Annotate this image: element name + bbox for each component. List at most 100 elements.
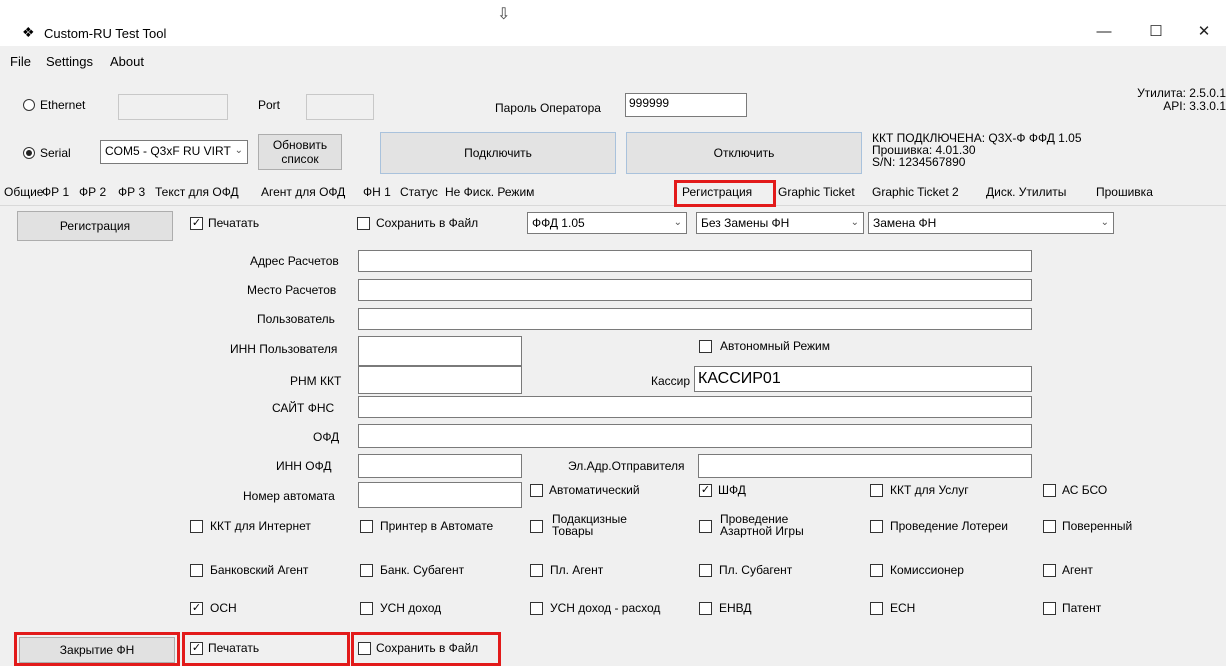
as-bso-checkbox[interactable] (1043, 484, 1056, 497)
lottery-checkbox[interactable] (870, 520, 883, 533)
ethernet-ip-field[interactable] (118, 94, 228, 120)
excise-goods-label: Подакцизные Товары (552, 513, 627, 537)
printer-in-machine-label: Принтер в Автомате (380, 519, 494, 533)
disconnect-button[interactable]: Отключить (626, 132, 862, 174)
ffd-select[interactable]: ФФД 1.05 ⌄ (527, 212, 687, 234)
cashier-label: Кассир (651, 374, 691, 388)
bank-agent-checkbox[interactable] (190, 564, 203, 577)
automatic-checkbox[interactable] (530, 484, 543, 497)
registration-button[interactable]: Регистрация (17, 211, 173, 241)
window-title: Custom-RU Test Tool (44, 26, 167, 41)
pay-agent-checkbox[interactable] (530, 564, 543, 577)
user-field[interactable] (358, 308, 1032, 330)
app-logo-icon: ❖ (22, 24, 35, 40)
serial-port-select[interactable]: COM5 - Q3xF RU VIRT ⌄ (100, 140, 248, 164)
agent-label: Агент (1062, 563, 1093, 577)
attorney-checkbox[interactable] (1043, 520, 1056, 533)
ethernet-radio[interactable] (23, 99, 35, 111)
bank-subagent-checkbox[interactable] (360, 564, 373, 577)
machine-number-field[interactable] (358, 482, 522, 508)
operator-password-label: Пароль Оператора (495, 101, 601, 115)
commissioner-checkbox[interactable] (870, 564, 883, 577)
pay-subagent-label: Пл. Субагент (719, 563, 793, 577)
esn-checkbox[interactable] (870, 602, 883, 615)
ofd-inn-label: ИНН ОФД (276, 459, 332, 473)
osn-checkbox[interactable]: ✓ (190, 602, 203, 615)
tab-fr2[interactable]: ФР 2 (79, 185, 106, 199)
shfd-label: ШФД (718, 483, 746, 497)
close-button[interactable]: ✕ (1182, 18, 1226, 46)
print-checkbox[interactable]: ✓ (190, 217, 203, 230)
serial-label: Serial (40, 146, 71, 160)
serial-port-value: COM5 - Q3xF RU VIRT (105, 144, 231, 158)
commissioner-label: Комиссионер (890, 563, 964, 577)
place-label: Место Расчетов (247, 283, 337, 297)
tab-firmware[interactable]: Прошивка (1096, 185, 1153, 199)
chevron-down-icon: ⌄ (850, 217, 859, 228)
lottery-label: Проведение Лотереи (890, 519, 1009, 533)
tab-non-fiscal[interactable]: Не Фиск. Режим (445, 185, 534, 199)
autonomous-checkbox[interactable] (699, 340, 712, 353)
menu-file[interactable]: File (10, 54, 31, 69)
replace-mode-value: Без Замены ФН (701, 216, 790, 230)
printer-in-machine-checkbox[interactable] (360, 520, 373, 533)
gambling-line-2: Азартной Игры (720, 524, 804, 538)
agent-checkbox[interactable] (1043, 564, 1056, 577)
usn-income-expense-label: УСН доход - расход (550, 601, 661, 615)
cashier-field[interactable]: КАССИР01 (694, 366, 1032, 392)
tab-graphic-ticket[interactable]: Graphic Ticket (778, 185, 855, 199)
usn-income-label: УСН доход (380, 601, 442, 615)
excise-goods-checkbox[interactable] (530, 520, 543, 533)
print-label: Печатать (208, 216, 260, 230)
sender-email-field[interactable] (698, 454, 1032, 478)
gambling-checkbox[interactable] (699, 520, 712, 533)
attorney-label: Поверенный (1062, 519, 1133, 533)
envd-checkbox[interactable] (699, 602, 712, 615)
port-label: Port (258, 98, 281, 112)
serial-radio[interactable] (23, 147, 35, 159)
tab-status[interactable]: Статус (400, 185, 438, 199)
port-field[interactable] (306, 94, 374, 120)
usn-income-checkbox[interactable] (360, 602, 373, 615)
usn-income-expense-checkbox[interactable] (530, 602, 543, 615)
refresh-list-button[interactable]: Обновить список (258, 134, 342, 170)
replace-mode-select[interactable]: Без Замены ФН ⌄ (696, 212, 864, 234)
replace-fn-select[interactable]: Замена ФН ⌄ (868, 212, 1114, 234)
tab-fn1[interactable]: ФН 1 (363, 185, 391, 199)
pay-subagent-checkbox[interactable] (699, 564, 712, 577)
address-field[interactable] (358, 250, 1032, 272)
user-label: Пользователь (257, 312, 335, 326)
close-fn-button[interactable]: Закрытие ФН (19, 637, 175, 663)
tab-ofd-agent[interactable]: Агент для ОФД (261, 185, 345, 199)
tab-ofd-text[interactable]: Текст для ОФД (155, 185, 239, 199)
patent-checkbox[interactable] (1043, 602, 1056, 615)
save-to-file-checkbox[interactable] (357, 217, 370, 230)
kkt-internet-checkbox[interactable] (190, 520, 203, 533)
tab-disk-utils[interactable]: Диск. Утилиты (986, 185, 1066, 199)
close-fn-save-checkbox[interactable] (358, 642, 371, 655)
ofd-field[interactable] (358, 424, 1032, 448)
fns-site-field[interactable] (358, 396, 1032, 418)
tab-graphic-ticket-2[interactable]: Graphic Ticket 2 (872, 185, 959, 199)
ofd-label: ОФД (313, 430, 340, 444)
kkt-services-checkbox[interactable] (870, 484, 883, 497)
rnm-field[interactable] (358, 366, 522, 394)
ofd-inn-field[interactable] (358, 454, 522, 478)
mouse-cursor-icon: ⇩ (497, 6, 511, 23)
sender-email-label: Эл.Адр.Отправителя (568, 459, 685, 473)
autonomous-label: Автономный Режим (720, 339, 830, 353)
tab-fr1[interactable]: ФР 1 (42, 185, 69, 199)
tab-fr3[interactable]: ФР 3 (118, 185, 145, 199)
shfd-checkbox[interactable]: ✓ (699, 484, 712, 497)
place-field[interactable] (358, 279, 1032, 301)
maximize-button[interactable]: ☐ (1134, 18, 1178, 46)
connect-button[interactable]: Подключить (380, 132, 616, 174)
operator-password-field[interactable]: 999999 (625, 93, 747, 117)
menu-about[interactable]: About (110, 54, 144, 69)
tab-registration[interactable]: Регистрация (682, 185, 752, 199)
tab-general[interactable]: Общие (4, 185, 43, 199)
minimize-button[interactable]: — (1082, 18, 1126, 46)
user-inn-field[interactable] (358, 336, 522, 366)
menu-settings[interactable]: Settings (46, 54, 93, 69)
close-fn-print-checkbox[interactable]: ✓ (190, 642, 203, 655)
